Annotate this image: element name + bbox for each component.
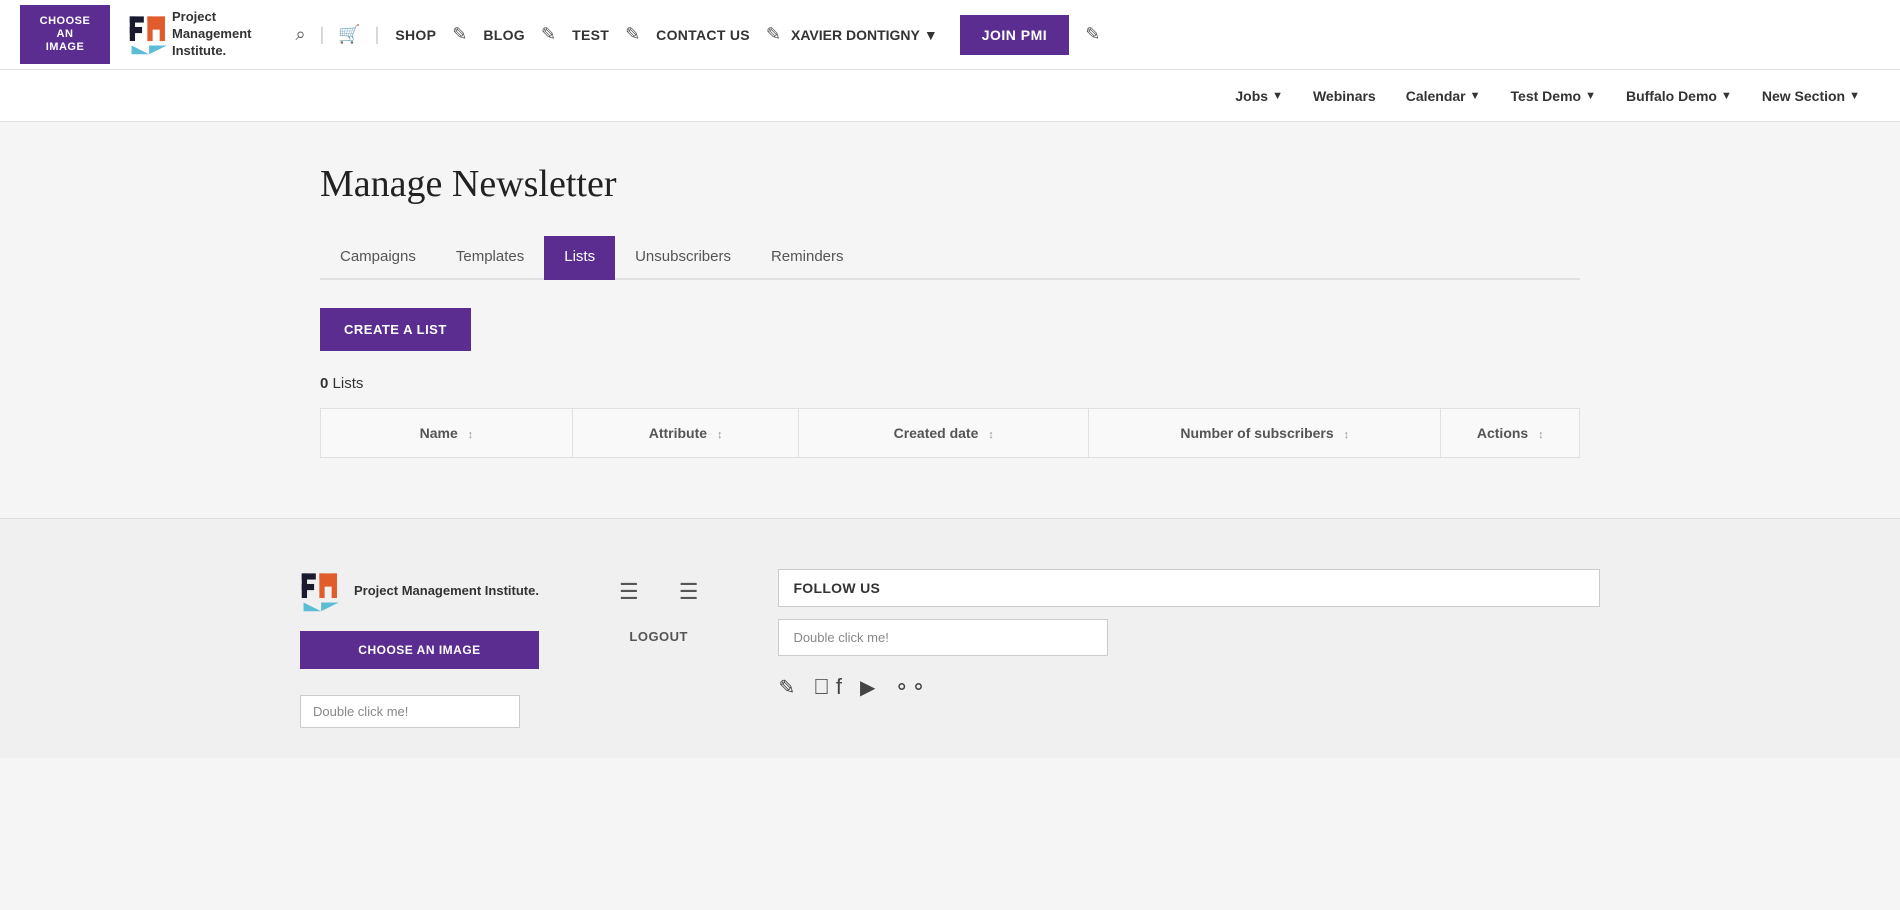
top-navigation: CHOOSEANIMAGE Project Management Institu…	[0, 0, 1900, 70]
attribute-sort-icon: ↕	[717, 429, 723, 441]
blog-link[interactable]: BLOG	[477, 23, 531, 47]
contact-edit-icon[interactable]: ✎	[762, 20, 785, 49]
tab-templates[interactable]: Templates	[436, 236, 544, 280]
lists-count: 0 Lists	[320, 375, 1580, 392]
table-header: Name ↕ Attribute ↕ Created date ↕ Number…	[321, 409, 1580, 458]
footer-icons-row: ☰ ☰	[619, 579, 698, 605]
footer-logo-section: Project Management Institute. CHOOSE AN …	[300, 569, 539, 728]
sec-nav-webinars[interactable]: Webinars	[1313, 84, 1376, 108]
col-header-name[interactable]: Name ↕	[321, 409, 573, 458]
calendar-arrow-icon: ▼	[1470, 90, 1481, 102]
subscribers-sort-icon: ↕	[1344, 429, 1350, 441]
col-header-created[interactable]: Created date ↕	[799, 409, 1089, 458]
nav-links: ⌕ | 🛒 | SHOP ✎ BLOG ✎ TEST ✎ CONTACT US …	[291, 15, 1880, 55]
tab-lists[interactable]: Lists	[544, 236, 615, 280]
join-edit-icon[interactable]: ✎	[1085, 24, 1100, 45]
sec-nav-calendar[interactable]: Calendar ▼	[1406, 84, 1481, 108]
flickr-icon[interactable]: ⚬⚬	[893, 675, 927, 700]
contact-link[interactable]: CONTACT US	[650, 23, 756, 47]
sec-nav-new-section[interactable]: New Section ▼	[1762, 84, 1860, 108]
jobs-arrow-icon: ▼	[1272, 90, 1283, 102]
sec-nav-buffalo-demo-label: Buffalo Demo	[1626, 88, 1717, 104]
created-sort-icon: ↕	[988, 429, 994, 441]
footer-right-double-click[interactable]: Double click me!	[778, 619, 1108, 656]
footer-logo-text: Project Management Institute.	[354, 582, 539, 600]
footer: Project Management Institute. CHOOSE AN …	[0, 518, 1900, 758]
sec-nav-new-section-label: New Section	[1762, 88, 1845, 104]
new-section-arrow-icon: ▼	[1849, 90, 1860, 102]
sec-nav-calendar-label: Calendar	[1406, 88, 1466, 104]
user-menu[interactable]: XAVIER DONTIGNY ▼	[791, 27, 938, 43]
footer-list-icon-2[interactable]: ☰	[679, 579, 699, 605]
footer-logo: Project Management Institute.	[300, 569, 539, 613]
nav-sep2: |	[375, 24, 380, 45]
nav-sep1: |	[320, 24, 325, 45]
lists-count-label: Lists	[333, 375, 364, 392]
youtube-icon[interactable]: ▶	[860, 675, 875, 700]
secondary-navigation: Jobs ▼ Webinars Calendar ▼ Test Demo ▼ B…	[0, 70, 1900, 122]
test-demo-arrow-icon: ▼	[1585, 90, 1596, 102]
shop-link[interactable]: SHOP	[389, 23, 442, 47]
pmi-logo-icon	[128, 12, 172, 56]
shop-edit-icon[interactable]: ✎	[448, 20, 471, 49]
tab-campaigns[interactable]: Campaigns	[320, 236, 436, 280]
sec-nav-test-demo[interactable]: Test Demo ▼	[1511, 84, 1596, 108]
blog-edit-icon[interactable]: ✎	[537, 20, 560, 49]
sec-nav-webinars-label: Webinars	[1313, 88, 1376, 104]
lists-table: Name ↕ Attribute ↕ Created date ↕ Number…	[320, 408, 1580, 458]
social-icons-row: ✎  f ▶ ⚬⚬	[778, 674, 1600, 700]
col-header-attribute[interactable]: Attribute ↕	[572, 409, 799, 458]
name-sort-icon: ↕	[468, 429, 474, 441]
edit-pencil-icon[interactable]: ✎	[778, 675, 795, 700]
buffalo-demo-arrow-icon: ▼	[1721, 90, 1732, 102]
lists-count-number: 0	[320, 375, 328, 392]
footer-list-icon-1[interactable]: ☰	[619, 579, 639, 605]
facebook-icon[interactable]:  f	[813, 674, 842, 700]
join-pmi-button[interactable]: JOIN PMI	[960, 15, 1069, 55]
create-list-button[interactable]: CREATE A LIST	[320, 308, 471, 351]
tab-unsubscribers[interactable]: Unsubscribers	[615, 236, 751, 280]
col-header-actions: Actions ↕	[1441, 409, 1580, 458]
footer-choose-image-button[interactable]: CHOOSE AN IMAGE	[300, 631, 539, 669]
footer-double-click-text[interactable]: Double click me!	[300, 695, 520, 728]
sec-nav-test-demo-label: Test Demo	[1511, 88, 1582, 104]
test-link[interactable]: TEST	[566, 23, 615, 47]
search-icon[interactable]: ⌕	[291, 20, 309, 49]
username-label: XAVIER DONTIGNY	[791, 27, 920, 43]
choose-image-button[interactable]: CHOOSEANIMAGE	[20, 5, 110, 65]
footer-middle-section: ☰ ☰ LOGOUT	[619, 579, 698, 644]
tab-reminders[interactable]: Reminders	[751, 236, 864, 280]
sec-nav-jobs-label: Jobs	[1235, 88, 1268, 104]
logo-text: Project Management Institute.	[172, 9, 251, 60]
actions-sort-icon: ↕	[1538, 429, 1544, 441]
cart-icon[interactable]: 🛒	[334, 20, 364, 49]
footer-inner: Project Management Institute. CHOOSE AN …	[300, 569, 1600, 728]
site-logo: Project Management Institute.	[128, 9, 251, 60]
test-edit-icon[interactable]: ✎	[621, 20, 644, 49]
sec-nav-jobs[interactable]: Jobs ▼	[1235, 84, 1283, 108]
table-container: Name ↕ Attribute ↕ Created date ↕ Number…	[320, 408, 1580, 458]
main-content: Manage Newsletter Campaigns Templates Li…	[300, 122, 1600, 518]
user-chevron-icon: ▼	[924, 27, 938, 43]
sec-nav-buffalo-demo[interactable]: Buffalo Demo ▼	[1626, 84, 1732, 108]
follow-us-box: FOLLOW US	[778, 569, 1600, 607]
col-header-subscribers[interactable]: Number of subscribers ↕	[1088, 409, 1441, 458]
tabs-bar: Campaigns Templates Lists Unsubscribers …	[320, 236, 1580, 280]
footer-pmi-logo-icon	[300, 569, 344, 613]
table-header-row: Name ↕ Attribute ↕ Created date ↕ Number…	[321, 409, 1580, 458]
logout-label[interactable]: LOGOUT	[629, 629, 688, 644]
page-title: Manage Newsletter	[320, 162, 1580, 206]
footer-right-section: FOLLOW US Double click me! ✎  f ▶ ⚬⚬	[778, 569, 1600, 700]
